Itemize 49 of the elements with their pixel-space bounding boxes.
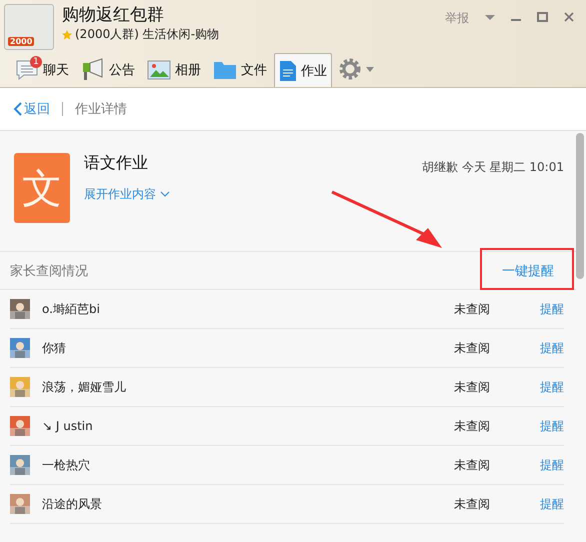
member-badge: 2000 [8, 37, 34, 46]
read-status: 未查阅 [454, 378, 491, 396]
report-link[interactable]: 举报 [445, 10, 469, 27]
parent-name: 沿途的风景 [42, 496, 103, 512]
tab[interactable]: 1 聊天 [10, 53, 74, 87]
group-info: (2000人群) 生活休闲-购物 [75, 26, 220, 43]
maximize-icon[interactable] [537, 10, 548, 24]
folder-icon [213, 60, 237, 80]
section-title: 家长查阅情况 [10, 262, 88, 280]
homework-meta: 胡继歉 今天 星期二 10:01 [422, 159, 564, 176]
remind-link[interactable]: 提醒 [540, 340, 564, 356]
settings-icon[interactable] [338, 57, 362, 81]
caret-icon[interactable] [366, 67, 374, 73]
parent-name: ↘ J ustin [42, 419, 94, 433]
tab[interactable]: 相册 [142, 53, 206, 87]
scrollbar-thumb[interactable] [576, 133, 584, 279]
star-icon [62, 30, 72, 40]
image-icon [147, 60, 171, 80]
read-status: 未查阅 [454, 300, 491, 318]
homework-title: 语文作业 [84, 153, 149, 174]
parent-name: o.塒絔芭bi [42, 300, 101, 318]
unread-badge: 1 [30, 56, 42, 68]
read-status: 未查阅 [454, 418, 491, 434]
tab[interactable]: 公告 [76, 53, 140, 87]
read-status: 未查阅 [454, 496, 491, 512]
read-status: 未查阅 [454, 456, 491, 474]
remind-all-link[interactable]: 一键提醒 [502, 262, 554, 280]
parent-name: 你猜 [42, 340, 67, 356]
remind-link[interactable]: 提醒 [540, 300, 564, 318]
parent-name: 浪荡，媚娅雪儿 [42, 378, 127, 396]
chevron-down-icon [160, 191, 170, 198]
expand-link[interactable]: 展开作业内容 [84, 186, 422, 203]
remind-link[interactable]: 提醒 [540, 496, 564, 512]
close-icon[interactable] [564, 10, 574, 24]
back-link[interactable]: 返回 [14, 100, 50, 118]
read-status: 未查阅 [454, 340, 491, 356]
window-title: 购物返红包群 [62, 4, 165, 26]
document-icon [279, 60, 297, 82]
remind-link[interactable]: 提醒 [540, 378, 564, 396]
subject-icon: 文 [14, 153, 70, 223]
chevron-left-icon [14, 102, 22, 116]
remind-link[interactable]: 提醒 [540, 456, 564, 474]
tab[interactable]: 作业 [274, 53, 332, 87]
remind-link[interactable]: 提醒 [540, 418, 564, 434]
megaphone-icon [81, 58, 105, 82]
parent-name: 一枪热穴 [42, 456, 91, 474]
page-title: 作业详情 [75, 101, 127, 118]
chat-icon [15, 59, 39, 81]
tab[interactable]: 文件 [208, 53, 272, 87]
